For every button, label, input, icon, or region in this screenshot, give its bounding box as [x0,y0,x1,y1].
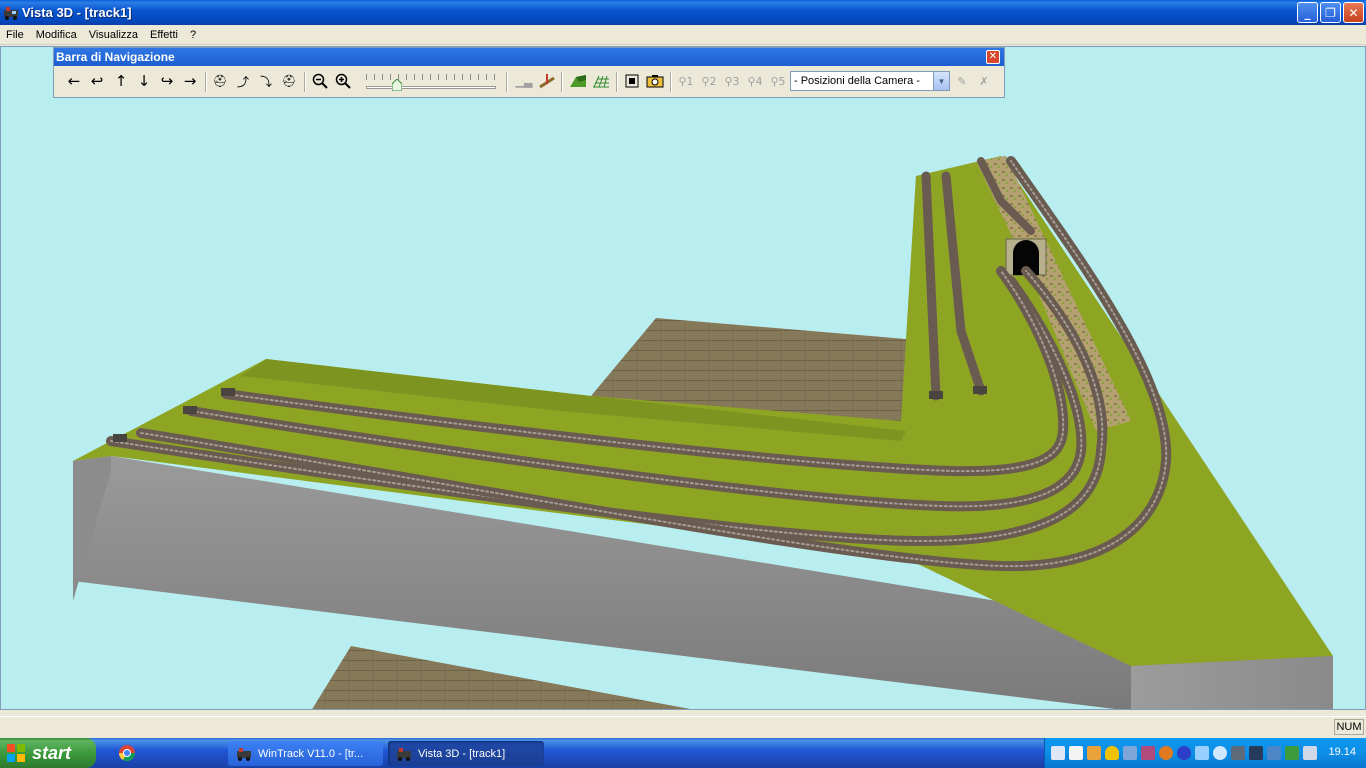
delete-camera-icon[interactable]: ✗ [974,71,994,91]
walk-down-icon[interactable]: ⤵ [256,71,276,91]
restore-button[interactable]: ❐ [1320,2,1341,23]
move-up-icon[interactable]: ↑ [111,71,131,91]
safely-remove-icon[interactable] [1285,746,1299,760]
minimize-button[interactable]: _ [1297,2,1318,23]
navigation-toolbar-close-button[interactable]: ✕ [986,50,1000,64]
separator [205,72,207,92]
layout-3d-scene [73,156,1333,709]
rotate-right-icon[interactable]: ↪ [157,71,177,91]
menu-file[interactable]: File [0,29,30,41]
move-down-icon[interactable]: ↓ [134,71,154,91]
chevron-down-icon[interactable]: ▼ [933,72,949,90]
separator [561,72,563,92]
avast-icon[interactable] [1159,746,1173,760]
separator [670,72,672,92]
taskbar-item-wintrack[interactable]: WinTrack V11.0 - [tr... [228,741,383,766]
taskbar-item-vista3d[interactable]: Vista 3D - [track1] [388,741,544,766]
display-icon[interactable] [1231,746,1245,760]
menu-effetti[interactable]: Effetti [144,29,184,41]
title-bar: Vista 3D - [track1] _ ❐ ✕ [0,0,1366,25]
start-label: start [32,742,72,763]
camera-positions-select[interactable]: - Posizioni della Camera - ▼ [790,71,950,91]
connection-icon[interactable] [1123,746,1137,760]
sync-icon[interactable] [1195,746,1209,760]
camera-slot-3-icon[interactable]: ⚲ 3 [722,71,742,91]
shield-icon[interactable] [1105,746,1119,760]
camera-slot-4-icon[interactable]: ⚲ 4 [745,71,765,91]
orbit-down-icon[interactable]: ⛑ [279,71,299,91]
landscape-icon[interactable] [568,71,588,91]
orbit-up-icon[interactable]: ⛑ [210,71,230,91]
grid-icon[interactable] [591,71,611,91]
move-right-icon[interactable]: → [180,71,200,91]
window-title: Vista 3D - [track1] [22,5,132,20]
taskbar: start WinTrack V11.0 - [tr... Vista 3D -… [0,738,1366,768]
taskbar-item-label: Vista 3D - [track1] [418,747,506,760]
volume-icon[interactable] [1303,746,1317,760]
camera-positions-value: - Posizioni della Camera - [794,75,920,87]
zoom-slider-thumb[interactable] [392,79,403,91]
track-height-icon[interactable] [537,71,557,91]
terrain-height-icon[interactable]: ▁▃ [514,71,534,91]
separator [506,72,508,92]
camera-slot-2-icon[interactable]: ⚲ 2 [699,71,719,91]
clock: 19.14 [1328,746,1356,758]
train-app-icon [397,747,411,761]
separator [304,72,306,92]
windows-flag-icon [7,744,25,762]
app-icon[interactable] [1087,746,1101,760]
monitor-icon[interactable] [1249,746,1263,760]
status-bar: NUM [0,716,1366,736]
rotate-left-icon[interactable]: ↩ [87,71,107,91]
power-icon[interactable] [1267,746,1281,760]
move-left-icon[interactable]: ← [64,71,84,91]
edit-camera-icon[interactable]: ✎ [952,71,972,91]
navigation-toolbar-title: Barra di Navigazione [54,48,1004,66]
media-icon[interactable] [1141,746,1155,760]
camera-slot-1-icon[interactable]: ⚲ 1 [676,71,696,91]
train-app-icon [237,747,251,761]
camera-slot-5-icon[interactable]: ⚲ 5 [768,71,788,91]
camera-icon[interactable] [645,71,665,91]
menu-visualizza[interactable]: Visualizza [83,29,144,41]
num-lock-indicator: NUM [1334,719,1364,735]
zoom-out-icon[interactable] [310,71,330,91]
close-button[interactable]: ✕ [1343,2,1364,23]
menu-modifica[interactable]: Modifica [30,29,83,41]
menu-bar: File Modifica Visualizza Effetti ? [0,25,1366,45]
network-icon[interactable] [1051,746,1065,760]
menu-help[interactable]: ? [184,29,202,41]
chrome-icon[interactable] [118,744,136,762]
floor-front [312,646,691,709]
navigation-toolbar: Barra di Navigazione ✕ ← ↩ ↑ ↓ ↪ → ⛑ ⤴ ⤵… [53,47,1005,98]
walk-up-icon[interactable]: ⤴ [233,71,253,91]
zoom-in-icon[interactable] [333,71,353,91]
search-icon[interactable] [1213,746,1227,760]
bluetooth-icon[interactable] [1177,746,1191,760]
document-icon[interactable] [1069,746,1083,760]
start-button[interactable]: start [0,738,96,768]
train-app-icon [4,6,18,20]
system-tray: 19.14 [1044,738,1366,768]
separator [616,72,618,92]
taskbar-item-label: WinTrack V11.0 - [tr... [258,747,364,760]
zoom-slider[interactable] [366,74,496,94]
3d-viewport[interactable] [0,46,1366,710]
fit-view-icon[interactable] [622,71,642,91]
